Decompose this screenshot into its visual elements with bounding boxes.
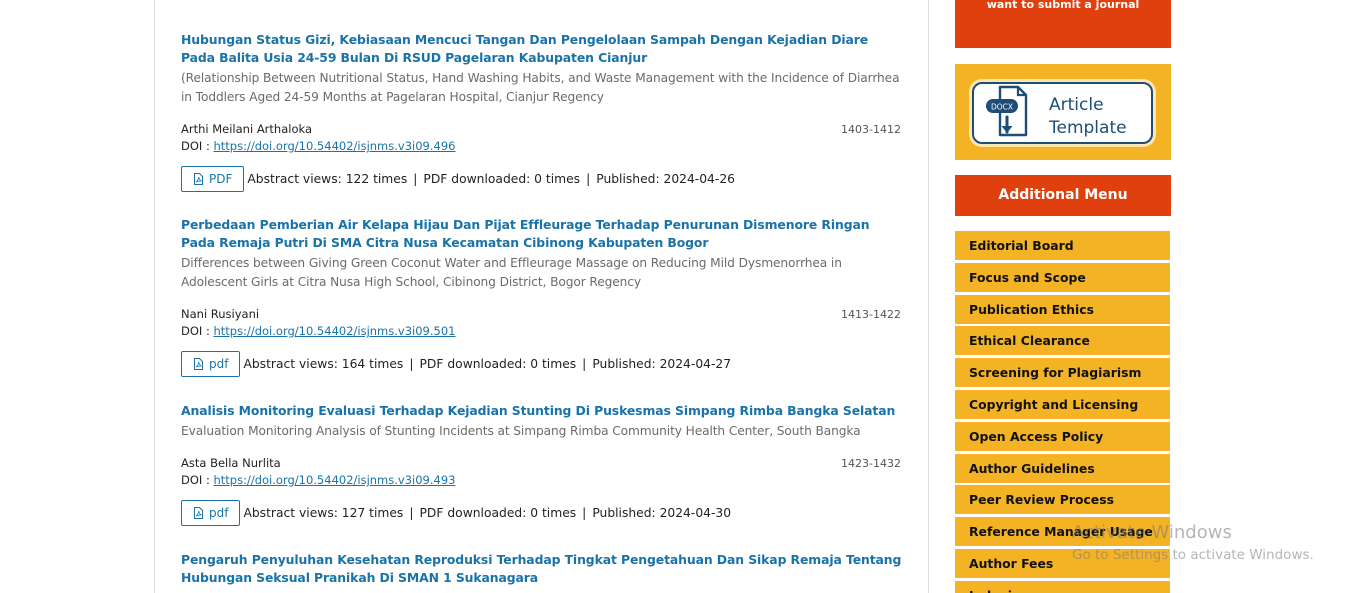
galley-label: pdf [209, 357, 229, 371]
doi-label: DOI : [181, 324, 210, 338]
menu-item-ethical-clearance[interactable]: Ethical Clearance [955, 326, 1170, 357]
menu-item-indexing[interactable]: Indexing [955, 580, 1170, 593]
article-template-label: Article Template [1049, 94, 1127, 140]
docx-badge-text: DOCX [991, 103, 1013, 112]
article-author: Arthi Meilani Arthaloka [181, 122, 312, 136]
pdf-galley-button[interactable]: PDF [181, 166, 245, 192]
article-stats: pdf Abstract views: 127 times | PDF down… [181, 500, 903, 526]
article-doi: DOI : https://doi.org/10.54402/isjnms.v3… [181, 138, 903, 155]
article-template-box[interactable]: DOCX Article Template [955, 64, 1171, 160]
published-date: Published: 2024-04-27 [592, 357, 732, 371]
stat-separator: | [582, 506, 587, 520]
article-meta: Nani Rusiyani DOI : https://doi.org/10.5… [181, 306, 903, 340]
template-line-1: Article [1049, 95, 1104, 115]
galley-label: PDF [209, 172, 233, 186]
stat-separator: | [409, 357, 414, 371]
doi-link[interactable]: https://doi.org/10.54402/isjnms.v3i09.49… [214, 473, 456, 487]
pdf-galley-button[interactable]: pdf [181, 351, 241, 377]
article-meta: Asta Bella Nurlita DOI : https://doi.org… [181, 455, 903, 489]
additional-menu-heading: Additional Menu [955, 175, 1171, 216]
file-pdf-icon [194, 358, 203, 370]
stat-separator: | [413, 172, 418, 186]
pdf-downloads: PDF downloaded: 0 times [423, 172, 581, 186]
article-subtitle: Evaluation Monitoring Analysis of Stunti… [181, 424, 861, 438]
article-pages: 1413-1422 [841, 308, 901, 321]
article-pages: 1423-1432 [841, 457, 901, 470]
stat-separator: | [586, 172, 591, 186]
menu-item-focus-and-scope[interactable]: Focus and Scope [955, 262, 1170, 293]
article-author: Nani Rusiyani [181, 307, 260, 321]
menu-item-author-guidelines[interactable]: Author Guidelines [955, 453, 1170, 484]
abstract-views: Abstract views: 122 times [247, 172, 408, 186]
article-meta: Arthi Meilani Arthaloka DOI : https://do… [181, 121, 903, 155]
menu-item-copyright-and-licensing[interactable]: Copyright and Licensing [955, 389, 1170, 420]
submit-banner-text: want to submit a journal [986, 0, 1140, 11]
file-pdf-icon [194, 507, 203, 519]
abstract-views: Abstract views: 127 times [243, 506, 404, 520]
article-item: Perbedaan Pemberian Air Kelapa Hijau Dan… [181, 216, 903, 377]
article-title-link[interactable]: Hubungan Status Gizi, Kebiasaan Mencuci … [181, 31, 903, 67]
article-title-link[interactable]: Perbedaan Pemberian Air Kelapa Hijau Dan… [181, 216, 903, 252]
menu-item-publication-ethics[interactable]: Publication Ethics [955, 294, 1170, 325]
doi-label: DOI : [181, 139, 210, 153]
menu-item-editorial-board[interactable]: Editorial Board [955, 231, 1170, 261]
article-author: Asta Bella Nurlita [181, 456, 281, 470]
template-line-2: Template [1049, 118, 1127, 138]
file-pdf-icon [194, 173, 203, 185]
pdf-downloads: PDF downloaded: 0 times [419, 357, 577, 371]
menu-item-screening-for-plagiarism[interactable]: Screening for Plagiarism [955, 358, 1170, 389]
doi-link[interactable]: https://doi.org/10.54402/isjnms.v3i09.50… [214, 324, 456, 338]
stat-separator: | [409, 506, 414, 520]
article-item: Hubungan Status Gizi, Kebiasaan Mencuci … [181, 31, 903, 192]
docx-download-icon: DOCX [986, 85, 1028, 137]
article-stats: PDF Abstract views: 122 times | PDF down… [181, 166, 903, 192]
abstract-views: Abstract views: 164 times [243, 357, 404, 371]
article-list-column: Hubungan Status Gizi, Kebiasaan Mencuci … [154, 0, 929, 593]
menu-item-reference-manager-usage[interactable]: Reference Manager Usage [955, 517, 1170, 548]
article-subtitle: Differences between Giving Green Coconut… [181, 256, 842, 289]
article-pages: 1403-1412 [841, 123, 901, 136]
article-stats: pdf Abstract views: 164 times | PDF down… [181, 351, 903, 377]
article-item: Analisis Monitoring Evaluasi Terhadap Ke… [181, 402, 903, 526]
published-date: Published: 2024-04-26 [596, 172, 735, 186]
pdf-downloads: PDF downloaded: 0 times [419, 506, 577, 520]
article-title-link[interactable]: Analisis Monitoring Evaluasi Terhadap Ke… [181, 402, 903, 420]
pdf-galley-button[interactable]: pdf [181, 500, 241, 526]
published-date: Published: 2024-04-30 [592, 506, 732, 520]
menu-item-peer-review-process[interactable]: Peer Review Process [955, 485, 1170, 516]
additional-menu-list: Editorial Board Focus and Scope Publicat… [955, 231, 1171, 593]
stat-separator: | [582, 357, 587, 371]
article-doi: DOI : https://doi.org/10.54402/isjnms.v3… [181, 472, 903, 489]
article-item: Pengaruh Penyuluhan Kesehatan Reproduksi… [181, 551, 903, 587]
doi-label: DOI : [181, 473, 210, 487]
menu-item-author-fees[interactable]: Author Fees [955, 548, 1170, 579]
doi-link[interactable]: https://doi.org/10.54402/isjnms.v3i09.49… [214, 139, 456, 153]
article-template-card[interactable]: DOCX Article Template [972, 82, 1153, 144]
article-doi: DOI : https://doi.org/10.54402/isjnms.v3… [181, 323, 903, 340]
article-title-link[interactable]: Pengaruh Penyuluhan Kesehatan Reproduksi… [181, 551, 903, 587]
article-subtitle: (Relationship Between Nutritional Status… [181, 71, 900, 104]
menu-item-open-access-policy[interactable]: Open Access Policy [955, 421, 1170, 452]
galley-label: pdf [209, 506, 229, 520]
submit-journal-banner[interactable]: want to submit a journal [955, 0, 1171, 48]
